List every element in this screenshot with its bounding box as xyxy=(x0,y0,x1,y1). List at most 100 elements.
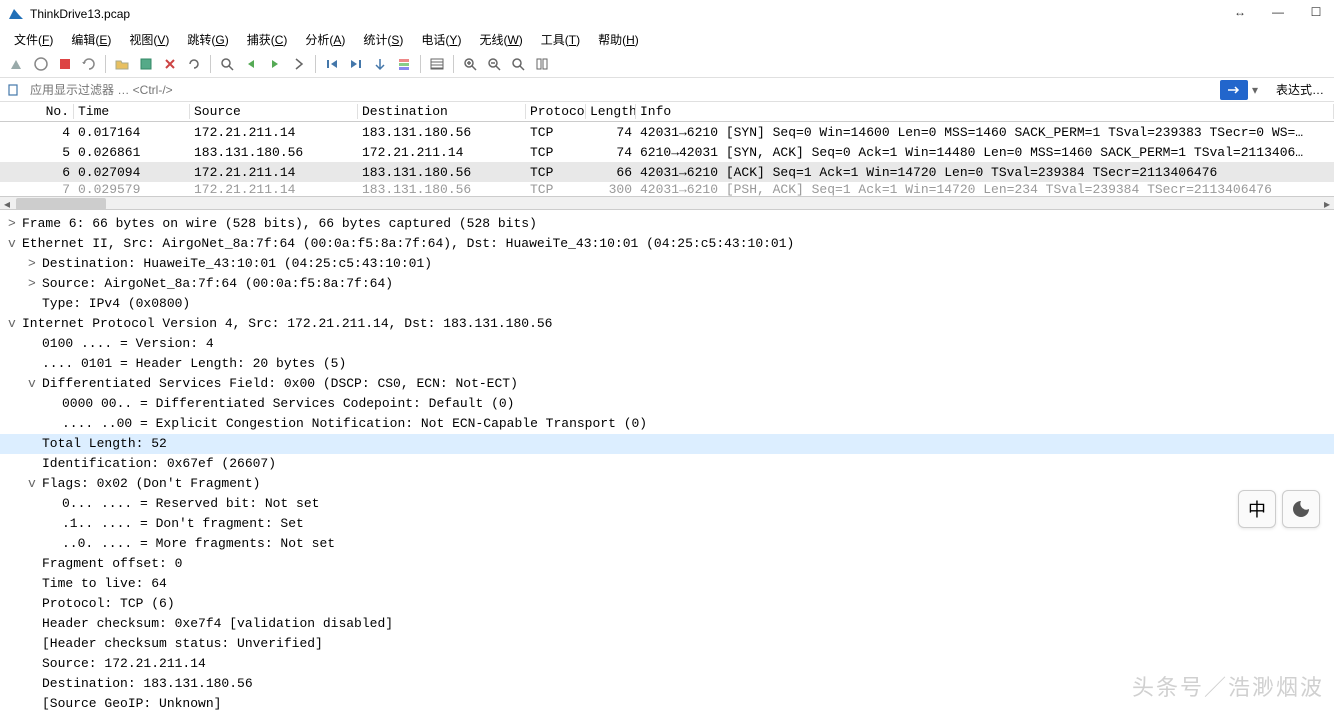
tree-node[interactable]: Fragment offset: 0 xyxy=(0,554,1334,574)
last-icon[interactable] xyxy=(345,53,367,75)
tree-label: Protocol: TCP (6) xyxy=(42,596,175,611)
apply-filter-button[interactable] xyxy=(1220,80,1248,100)
menu-a[interactable]: 分析(A) xyxy=(297,29,353,50)
display-filter-input[interactable] xyxy=(26,81,1216,99)
tree-node[interactable]: vInternet Protocol Version 4, Src: 172.2… xyxy=(0,314,1334,334)
tree-label: Time to live: 64 xyxy=(42,576,167,591)
tree-node[interactable]: [Header checksum status: Unverified] xyxy=(0,634,1334,654)
close-icon[interactable] xyxy=(159,53,181,75)
scroll-thumb[interactable] xyxy=(16,198,106,210)
tree-node[interactable]: >Source: AirgoNet_8a:7f:64 (00:0a:f5:8a:… xyxy=(0,274,1334,294)
restart-capture-icon[interactable] xyxy=(54,53,76,75)
next-icon[interactable] xyxy=(264,53,286,75)
tree-label: Type: IPv4 (0x0800) xyxy=(42,296,190,311)
menu-h[interactable]: 帮助(H) xyxy=(590,29,647,50)
theme-toggle-button[interactable] xyxy=(1282,490,1320,528)
menu-f[interactable]: 文件(F) xyxy=(6,29,61,50)
shark-icon[interactable] xyxy=(6,53,28,75)
tree-node[interactable]: Source: 172.21.211.14 xyxy=(0,654,1334,674)
stop-capture-icon[interactable] xyxy=(30,53,52,75)
jump-icon[interactable] xyxy=(288,53,310,75)
table-row[interactable]: 70.029579172.21.211.14183.131.180.56TCP3… xyxy=(0,182,1334,196)
find-icon[interactable] xyxy=(216,53,238,75)
ime-toggle-button[interactable]: 中 xyxy=(1238,490,1276,528)
menu-s[interactable]: 统计(S) xyxy=(355,29,411,50)
first-icon[interactable] xyxy=(321,53,343,75)
tree-node[interactable]: >Frame 6: 66 bytes on wire (528 bits), 6… xyxy=(0,214,1334,234)
tree-node[interactable]: Header checksum: 0xe7f4 [validation disa… xyxy=(0,614,1334,634)
col-header-length[interactable]: Length xyxy=(586,104,636,119)
col-header-no[interactable]: No. xyxy=(0,104,74,119)
menu-y[interactable]: 电话(Y) xyxy=(413,29,469,50)
chevron-down-icon[interactable]: v xyxy=(8,314,22,334)
col-header-destination[interactable]: Destination xyxy=(358,104,526,119)
chevron-right-icon[interactable]: > xyxy=(28,254,42,274)
chevron-down-icon[interactable]: v xyxy=(8,234,22,254)
tree-node[interactable]: 0... .... = Reserved bit: Not set xyxy=(0,494,1334,514)
chevron-right-icon[interactable]: > xyxy=(8,214,22,234)
zoom-reset-icon[interactable] xyxy=(507,53,529,75)
bookmark-icon[interactable] xyxy=(4,81,22,99)
scroll-right-icon[interactable]: ▸ xyxy=(1320,197,1334,211)
tree-node[interactable]: Protocol: TCP (6) xyxy=(0,594,1334,614)
tree-node[interactable]: vDifferentiated Services Field: 0x00 (DS… xyxy=(0,374,1334,394)
tree-node[interactable]: Destination: 183.131.180.56 xyxy=(0,674,1334,694)
col-header-time[interactable]: Time xyxy=(74,104,190,119)
tree-node[interactable]: [Source GeoIP: Unknown] xyxy=(0,694,1334,714)
col-header-source[interactable]: Source xyxy=(190,104,358,119)
tree-label: Frame 6: 66 bytes on wire (528 bits), 66… xyxy=(22,216,537,231)
zoom-out-icon[interactable] xyxy=(483,53,505,75)
menu-t[interactable]: 工具(T) xyxy=(533,29,588,50)
tree-node[interactable]: .1.. .... = Don't fragment: Set xyxy=(0,514,1334,534)
chevron-down-icon[interactable]: v xyxy=(28,474,42,494)
menu-w[interactable]: 无线(W) xyxy=(471,29,530,50)
minimize-icon[interactable]: — xyxy=(1268,4,1288,20)
save-icon[interactable] xyxy=(135,53,157,75)
filter-dropdown-icon[interactable]: ▾ xyxy=(1252,83,1266,97)
tree-node[interactable]: .... 0101 = Header Length: 20 bytes (5) xyxy=(0,354,1334,374)
expression-button[interactable]: 表达式… xyxy=(1270,81,1330,98)
tree-node[interactable]: vEthernet II, Src: AirgoNet_8a:7f:64 (00… xyxy=(0,234,1334,254)
zoom-in-icon[interactable] xyxy=(459,53,481,75)
maximize-icon[interactable]: ☐ xyxy=(1306,4,1326,20)
columns-icon[interactable] xyxy=(426,53,448,75)
chevron-down-icon[interactable]: v xyxy=(28,374,42,394)
tree-label: Identification: 0x67ef (26607) xyxy=(42,456,276,471)
tree-node[interactable]: vFlags: 0x02 (Don't Fragment) xyxy=(0,474,1334,494)
tree-label: 0100 .... = Version: 4 xyxy=(42,336,214,351)
autoscroll-icon[interactable] xyxy=(369,53,391,75)
tree-label: .... 0101 = Header Length: 20 bytes (5) xyxy=(42,356,346,371)
scroll-left-icon[interactable]: ◂ xyxy=(0,197,14,211)
packet-list: No. Time Source Destination Protocol Len… xyxy=(0,102,1334,210)
table-row[interactable]: 60.027094172.21.211.14183.131.180.56TCP6… xyxy=(0,162,1334,182)
resize-columns-icon[interactable] xyxy=(531,53,553,75)
menubar: 文件(F)编辑(E)视图(V)跳转(G)捕获(C)分析(A)统计(S)电话(Y)… xyxy=(0,28,1334,50)
table-row[interactable]: 50.026861183.131.180.56172.21.211.14TCP7… xyxy=(0,142,1334,162)
col-header-protocol[interactable]: Protocol xyxy=(526,104,586,119)
tree-node[interactable]: 0000 00.. = Differentiated Services Code… xyxy=(0,394,1334,414)
menu-c[interactable]: 捕获(C) xyxy=(239,29,296,50)
prev-icon[interactable] xyxy=(240,53,262,75)
packet-list-hscrollbar[interactable]: ◂ ▸ xyxy=(0,196,1334,210)
resize-icon[interactable]: ↔ xyxy=(1230,4,1250,20)
tree-node[interactable]: .... ..00 = Explicit Congestion Notifica… xyxy=(0,414,1334,434)
menu-e[interactable]: 编辑(E) xyxy=(63,29,119,50)
chevron-right-icon[interactable]: > xyxy=(28,274,42,294)
menu-v[interactable]: 视图(V) xyxy=(121,29,177,50)
tree-node[interactable]: Type: IPv4 (0x0800) xyxy=(0,294,1334,314)
packet-details: >Frame 6: 66 bytes on wire (528 bits), 6… xyxy=(0,210,1334,718)
tree-node[interactable]: 0100 .... = Version: 4 xyxy=(0,334,1334,354)
open-icon[interactable] xyxy=(111,53,133,75)
tree-node[interactable]: Total Length: 52 xyxy=(0,434,1334,454)
colorize-icon[interactable] xyxy=(393,53,415,75)
col-header-info[interactable]: Info xyxy=(636,104,1334,119)
tree-node[interactable]: Time to live: 64 xyxy=(0,574,1334,594)
menu-g[interactable]: 跳转(G) xyxy=(179,29,236,50)
tree-label: ..0. .... = More fragments: Not set xyxy=(62,536,335,551)
tree-node[interactable]: ..0. .... = More fragments: Not set xyxy=(0,534,1334,554)
table-row[interactable]: 40.017164172.21.211.14183.131.180.56TCP7… xyxy=(0,122,1334,142)
reload-icon[interactable] xyxy=(183,53,205,75)
tree-node[interactable]: Identification: 0x67ef (26607) xyxy=(0,454,1334,474)
tree-node[interactable]: >Destination: HuaweiTe_43:10:01 (04:25:c… xyxy=(0,254,1334,274)
options-icon[interactable] xyxy=(78,53,100,75)
